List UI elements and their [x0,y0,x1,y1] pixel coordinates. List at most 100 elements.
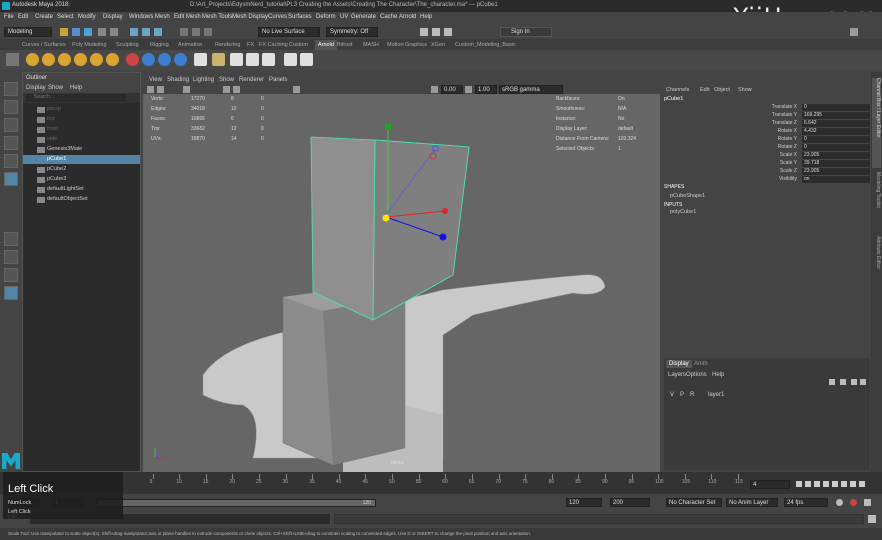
area-light-icon[interactable] [58,53,71,66]
character-set-dropdown[interactable]: No Character Set [666,498,722,507]
tab-display[interactable]: Display [666,360,692,368]
outliner-item-top[interactable]: top [47,115,55,124]
redo-icon[interactable] [110,28,118,36]
outliner-item-persp[interactable]: persp [47,105,61,114]
outliner-item-pcube1[interactable]: pCube1 [23,155,140,164]
arnold-render-icon[interactable] [26,53,39,66]
mode-dropdown[interactable]: Modeling [4,27,52,37]
input-node[interactable]: polyCube1 [670,209,696,215]
shelf-tab-rigging[interactable]: Rigging [150,42,169,48]
save-scene-icon[interactable] [84,28,92,36]
layer-visibility-toggle[interactable]: V [670,392,674,398]
channel-menu-edit[interactable]: Edit [700,87,709,93]
menu-mesh[interactable]: Mesh [155,14,170,20]
channel-row[interactable]: Scale Z 23.905 [662,168,870,176]
outliner-search-input[interactable]: Search... [26,94,126,102]
hypershade-icon[interactable] [212,53,225,66]
channel-menu-channels[interactable]: Channels [666,87,689,93]
channel-row[interactable]: Translate Y 169.295 [662,112,870,120]
single-perspective-layout-icon[interactable] [4,232,18,246]
shelf-menu-icon[interactable] [6,53,19,66]
next-key-icon[interactable] [841,481,847,487]
layer-menu-help[interactable]: Help [712,372,724,378]
layer-render-toggle[interactable]: R [690,392,694,398]
exposure-icon[interactable] [431,86,438,93]
time-slider[interactable]: 5 10 15 20 25 30 35 40 45 50 55 60 65 70 75 80 85 90 95 100… [0,472,882,494]
move-layer-down-icon[interactable] [840,379,846,385]
menu-select[interactable]: Select [57,14,74,20]
snap-curve-icon[interactable] [192,28,200,36]
shelf-tab-rendering[interactable]: Rendering [215,42,240,48]
shelf-tab-xgen[interactable]: XGen [431,42,445,48]
lasso-tool-icon[interactable] [4,100,18,114]
menu-display[interactable]: Display [103,14,123,20]
channel-row[interactable]: Translate Z 6.642 [662,120,870,128]
layer-menu-options[interactable]: Options [686,372,707,378]
anim-layer-dropdown[interactable]: No Anim Layer [726,498,778,507]
channel-value-field[interactable]: 23.905 [802,168,870,175]
new-layer-selected-icon[interactable] [860,379,866,385]
menu-generate[interactable]: Generate [351,14,376,20]
menu-curves[interactable]: Curves [268,14,287,20]
channel-row[interactable]: Scale X 23.905 [662,152,870,160]
outliner-menu-display[interactable]: Display [26,85,46,91]
playback-end-field[interactable]: 120 [566,498,602,507]
go-to-end-icon[interactable] [859,481,865,487]
viewport-menu-show[interactable]: Show [219,77,234,83]
move-layer-up-icon[interactable] [829,379,835,385]
shelf-tab-fx[interactable]: FX [247,42,254,48]
center-pivot-icon[interactable] [262,53,275,66]
shelf-tab-arnold[interactable]: Arnold [315,40,337,50]
shelf-tab-curves-surfaces[interactable]: Curves / Surfaces [22,42,66,48]
step-forward-icon[interactable] [850,481,856,487]
move-tool-icon[interactable] [4,136,18,150]
outliner-item-pcube3[interactable]: pCube3 [47,175,66,184]
menu-surfaces[interactable]: Surfaces [288,14,312,20]
ipr-render-icon[interactable] [432,28,440,36]
delete-history-icon[interactable] [284,53,297,66]
prev-key-icon[interactable] [814,481,820,487]
camera-attributes-icon[interactable] [157,86,164,93]
render-settings-icon[interactable] [444,28,452,36]
menu-edit-mesh[interactable]: Edit Mesh [174,14,201,20]
wireframe-icon[interactable] [223,86,230,93]
current-frame-field[interactable]: 4 [750,480,790,489]
channel-value-field[interactable]: 4.432 [802,128,870,135]
shelf-tab-custom[interactable]: Custom [289,42,308,48]
channel-row[interactable]: Rotate Y 0 [662,136,870,144]
shelf-tab-mash[interactable]: MASH [363,42,379,48]
shape-node[interactable]: pCubeShape1 [670,193,705,199]
viewport-menu-renderer[interactable]: Renderer [239,77,264,83]
outliner-layout-icon[interactable] [4,286,18,300]
scale-tool-icon[interactable] [4,172,18,186]
outliner-menu-help[interactable]: Help [70,85,82,91]
isolate-select-icon[interactable] [293,86,300,93]
arnold-light-icon[interactable] [42,53,55,66]
photometric-light-icon[interactable] [90,53,103,66]
shelf-tab-bifrost[interactable]: Bifrost [337,42,353,48]
menu-windows[interactable]: Windows [129,14,153,20]
select-object-icon[interactable] [142,28,150,36]
preferences-icon[interactable] [864,499,871,506]
viewport-menu-panels[interactable]: Panels [269,77,287,83]
channel-value-field[interactable]: 6.642 [802,120,870,127]
outliner-item-pcube2[interactable]: pCube2 [47,165,66,174]
outliner-item-defaultobjectset[interactable]: defaultObjectSet [47,195,88,204]
step-back-icon[interactable] [805,481,811,487]
outliner-item-genesis3male[interactable]: Genesis3Male [47,145,82,154]
exposure-field[interactable]: 0.00 [441,85,463,94]
menu-help[interactable]: Help [420,14,432,20]
colorspace-dropdown[interactable]: sRGB gamma [499,85,563,94]
select-tool-icon[interactable] [4,82,18,96]
layer-name[interactable]: layer1 [708,392,724,398]
playblast-icon[interactable] [300,53,313,66]
shelf-tab-fx-caching[interactable]: FX Caching [259,42,288,48]
go-to-start-icon[interactable] [796,481,802,487]
snap-grid-icon[interactable] [180,28,188,36]
new-scene-icon[interactable] [60,28,68,36]
channel-row[interactable]: Visibility on [662,176,870,184]
new-layer-icon[interactable] [851,379,857,385]
shelf-tab-custom-modeling-basic[interactable]: Custom_Modeling_Basic [455,42,516,48]
shelf-tab-sculpting[interactable]: Sculpting [116,42,139,48]
side-tab-channel-box[interactable]: Channel Box / Layer Editor [872,78,881,168]
